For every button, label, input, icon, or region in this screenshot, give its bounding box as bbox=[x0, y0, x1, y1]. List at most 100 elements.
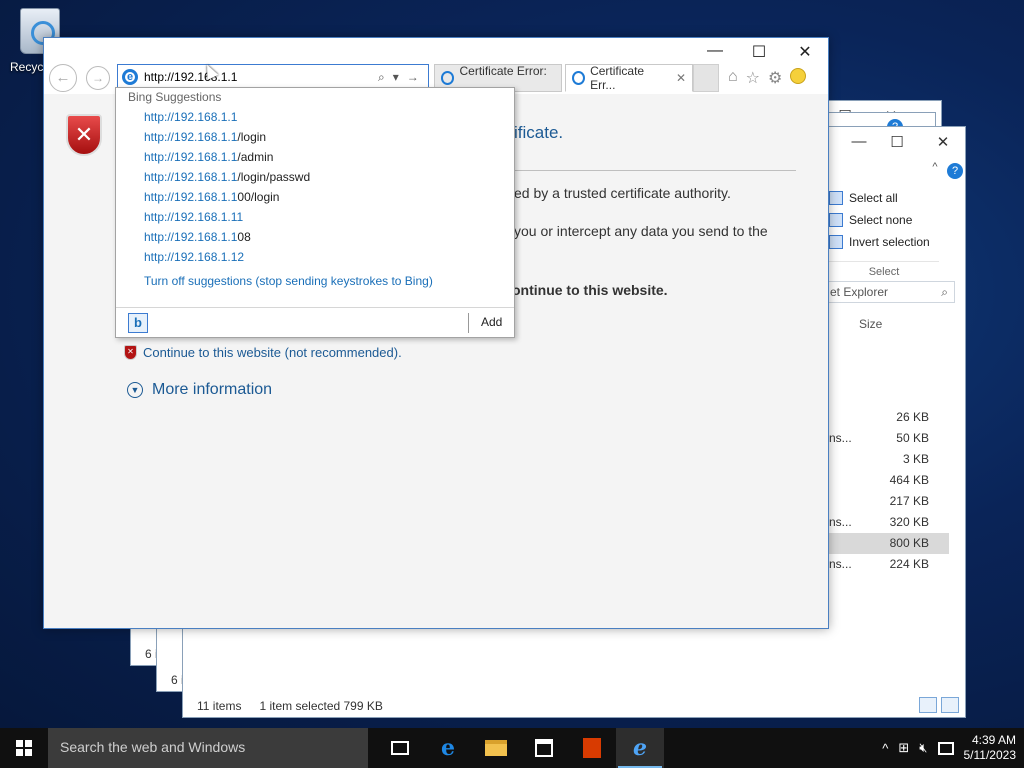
address-actions: ⌕ ▾ → bbox=[378, 70, 419, 85]
turn-off-suggestions-link[interactable]: Turn off suggestions (stop sending keyst… bbox=[144, 274, 433, 288]
suggestion-item[interactable]: http://192.168.1.1/login bbox=[144, 127, 310, 147]
more-information-toggle[interactable]: ▼ More information bbox=[127, 381, 272, 399]
suggestion-match: http://192.168.1.1 bbox=[144, 230, 238, 244]
list-item[interactable]: ns... 224 KB bbox=[829, 554, 949, 575]
list-item[interactable]: ns... 320 KB bbox=[829, 512, 949, 533]
continue-row: ✕ Continue to this website (not recommen… bbox=[124, 345, 402, 360]
column-header-size[interactable]: Size bbox=[859, 317, 882, 331]
network-icon[interactable]: ⊞ bbox=[898, 740, 909, 756]
continue-link[interactable]: Continue to this website (not recommende… bbox=[143, 345, 402, 360]
suggestion-match: http://192.168.1.1 bbox=[144, 170, 238, 184]
large-icons-view-icon[interactable] bbox=[941, 697, 959, 713]
details-view-icon[interactable] bbox=[919, 697, 937, 713]
row-size: 26 KB bbox=[896, 410, 929, 424]
favorites-star-icon[interactable]: ☆ bbox=[746, 68, 760, 88]
chevron-up-icon[interactable]: ^ bbox=[882, 741, 888, 756]
select-none-button[interactable]: Select none bbox=[829, 209, 965, 231]
tab-certificate-error-2[interactable]: Certificate Err... ✕ bbox=[565, 64, 693, 92]
error-text-2: you or intercept any data you send to th… bbox=[514, 223, 768, 239]
go-arrow-icon[interactable]: → bbox=[407, 70, 419, 85]
action-center-icon[interactable] bbox=[937, 741, 954, 755]
row-name: ns... bbox=[829, 515, 852, 529]
divider bbox=[468, 313, 469, 333]
address-input[interactable] bbox=[144, 70, 374, 84]
ribbon-group-label: Select bbox=[829, 261, 939, 278]
error-shield-icon: ✕ bbox=[66, 114, 102, 156]
gear-icon[interactable]: ⚙ bbox=[768, 68, 782, 88]
office-button[interactable] bbox=[568, 728, 616, 768]
suggestion-rest: 2 bbox=[237, 250, 245, 264]
back-button[interactable]: ← bbox=[49, 64, 77, 92]
store-icon bbox=[535, 739, 553, 757]
toolbar-icons: ⌂ ☆ ⚙ bbox=[728, 68, 807, 88]
row-name: ns... bbox=[829, 557, 852, 571]
close-tab-icon[interactable]: ✕ bbox=[676, 71, 686, 85]
close-button[interactable]: ✕ bbox=[931, 133, 955, 151]
list-item[interactable]: 3 KB bbox=[829, 449, 949, 470]
search-text: et Explorer bbox=[830, 285, 889, 299]
minimize-button[interactable]: — bbox=[700, 42, 730, 60]
store-button[interactable] bbox=[520, 728, 568, 768]
item-count: 11 items bbox=[197, 699, 242, 713]
help-icon[interactable]: ? bbox=[947, 163, 963, 179]
suggestion-item[interactable]: http://192.168.1.1 bbox=[144, 107, 310, 127]
home-icon[interactable]: ⌂ bbox=[728, 68, 738, 88]
suggestion-item[interactable]: http://192.168.1.100/login bbox=[144, 187, 310, 207]
clock[interactable]: 4:39 AM 5/11/2023 bbox=[964, 733, 1017, 763]
bing-logo-icon[interactable]: b bbox=[128, 313, 148, 333]
ie-tab-icon bbox=[441, 71, 455, 85]
chevron-up-icon[interactable]: ^ bbox=[923, 161, 947, 173]
search-icon[interactable]: ⌕ bbox=[378, 70, 385, 85]
edge-button[interactable]: e bbox=[424, 728, 472, 768]
maximize-button[interactable]: ☐ bbox=[885, 133, 909, 151]
ribbon-select-group: Select all Select none Invert selection … bbox=[829, 187, 965, 427]
select-all-button[interactable]: Select all bbox=[829, 187, 965, 209]
suggestion-match: http://192.168.1.1 bbox=[144, 190, 238, 204]
list-item[interactable]: 464 KB bbox=[829, 470, 949, 491]
row-name: ns... bbox=[829, 431, 852, 445]
invert-selection-button[interactable]: Invert selection bbox=[829, 231, 965, 253]
internet-explorer-icon: e bbox=[633, 735, 647, 761]
task-view-button[interactable] bbox=[376, 728, 424, 768]
close-button[interactable]: ✕ bbox=[790, 42, 820, 62]
row-size: 800 KB bbox=[889, 536, 929, 550]
select-none-icon bbox=[829, 213, 843, 227]
new-tab-button[interactable] bbox=[693, 64, 719, 92]
dropdown-icon[interactable]: ▾ bbox=[393, 70, 399, 85]
forward-button[interactable]: → bbox=[86, 66, 110, 90]
status-bar: 11 items 1 item selected 799 KB bbox=[197, 699, 383, 713]
suggestion-item[interactable]: http://192.168.1.11 bbox=[144, 207, 310, 227]
minimize-button[interactable]: — bbox=[847, 133, 871, 150]
row-size: 320 KB bbox=[889, 515, 929, 529]
feedback-smiley-icon[interactable] bbox=[790, 68, 807, 84]
row-size: 464 KB bbox=[889, 473, 929, 487]
list-item-selected[interactable]: 800 KB bbox=[829, 533, 949, 554]
select-all-label: Select all bbox=[849, 191, 898, 205]
internet-explorer-button[interactable]: e bbox=[616, 728, 664, 768]
taskbar: Search the web and Windows e e ^ ⊞ 🔇︎ 4:… bbox=[0, 728, 1024, 768]
suggestion-match: http://192.168.1.1 bbox=[144, 150, 238, 164]
explorer-search-input[interactable]: et Explorer ⌕ bbox=[823, 281, 955, 303]
file-explorer-button[interactable] bbox=[472, 728, 520, 768]
suggestion-item[interactable]: http://192.168.1.1/admin bbox=[144, 147, 310, 167]
suggestion-rest: 1 bbox=[236, 210, 244, 224]
row-size: 224 KB bbox=[889, 557, 929, 571]
taskbar-apps: e e bbox=[376, 728, 664, 768]
list-item[interactable]: ns... 50 KB bbox=[829, 428, 949, 449]
suggestion-item[interactable]: http://192.168.1.12 bbox=[144, 247, 310, 267]
list-item[interactable]: 26 KB bbox=[829, 407, 949, 428]
divider bbox=[514, 170, 796, 171]
tab-label: Certificate Err... bbox=[590, 64, 645, 92]
start-button[interactable] bbox=[0, 728, 48, 768]
clock-time: 4:39 AM bbox=[971, 733, 1016, 747]
search-provider-bar: b Add bbox=[116, 310, 514, 337]
volume-muted-icon[interactable]: 🔇︎ bbox=[919, 740, 927, 756]
select-all-icon bbox=[829, 191, 843, 205]
suggestion-item[interactable]: http://192.168.1.1/login/passwd bbox=[144, 167, 310, 187]
file-list: 26 KB ns... 50 KB 3 KB 464 KB 217 KB ns..… bbox=[829, 407, 949, 575]
list-item[interactable]: 217 KB bbox=[829, 491, 949, 512]
add-provider-button[interactable]: Add bbox=[481, 315, 502, 329]
taskbar-search-input[interactable]: Search the web and Windows bbox=[48, 728, 368, 768]
maximize-button[interactable]: ☐ bbox=[744, 42, 774, 62]
suggestion-item[interactable]: http://192.168.1.108 bbox=[144, 227, 310, 247]
